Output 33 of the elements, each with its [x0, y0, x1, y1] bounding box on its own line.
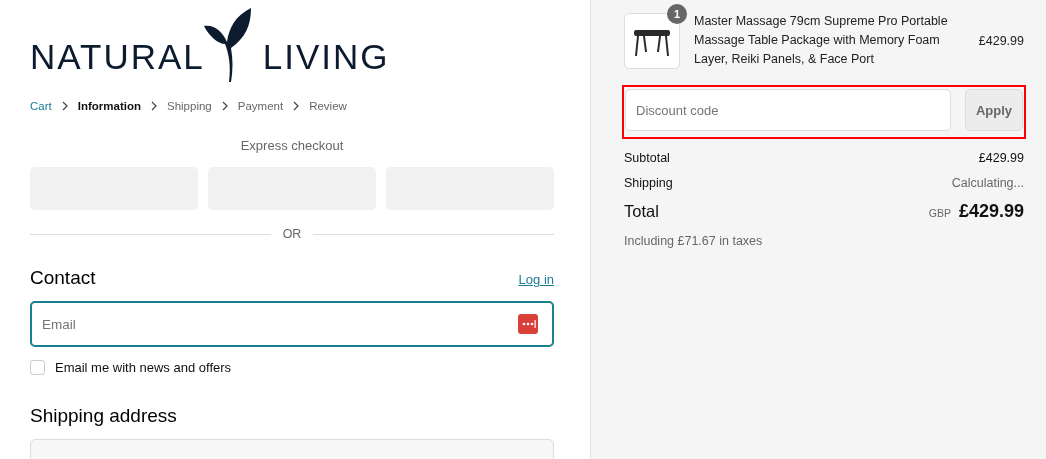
quantity-badge: 1 — [667, 3, 687, 24]
section-heading: Shipping address — [30, 405, 178, 427]
breadcrumb-step: Review — [309, 100, 347, 112]
section-label: Express checkout — [239, 138, 345, 153]
password-manager-icon[interactable] — [518, 314, 538, 334]
summary-value: £429.99 — [978, 151, 1024, 167]
currency-code: GBP — [928, 207, 951, 219]
newsletter-checkbox[interactable] — [30, 360, 45, 375]
summary-value: Calculating... — [951, 176, 1024, 192]
apply-button[interactable]: Apply — [965, 89, 1023, 131]
login-link[interactable]: Log in — [518, 272, 554, 287]
total-label: Total — [624, 202, 659, 221]
email-field[interactable]: Email — [30, 301, 554, 347]
discount-code-field[interactable]: Discount code — [625, 89, 951, 131]
breadcrumb-step: Payment — [237, 100, 284, 112]
logo-text: LIVING — [262, 39, 390, 78]
breadcrumb-step: Shipping — [167, 100, 212, 112]
chevron-right-icon — [60, 101, 69, 111]
logo-text: NATURAL — [30, 39, 205, 78]
taxes-note: Including £71.67 in taxes — [624, 234, 764, 248]
chevron-right-icon — [150, 101, 158, 111]
summary-label: Subtotal — [624, 151, 670, 167]
section-heading: Contact — [30, 267, 96, 289]
total-amount: £429.99 — [958, 201, 1024, 222]
breadcrumb-step[interactable]: Cart — [30, 100, 52, 112]
product-price: £429.99 — [978, 33, 1024, 48]
breadcrumb-step: Information — [77, 100, 141, 112]
summary-label: Shipping — [624, 176, 673, 192]
chevron-right-icon — [220, 101, 229, 111]
product-name: Master Massage 79cm Supreme Pro Portable Massage Table Package with Memory Foam Layer, Reiki Panels, & Face Port — [694, 13, 949, 68]
divider-label: OR — [282, 227, 302, 241]
chevron-right-icon — [292, 101, 301, 111]
checkbox-label: Email me with news and offers — [55, 360, 232, 375]
